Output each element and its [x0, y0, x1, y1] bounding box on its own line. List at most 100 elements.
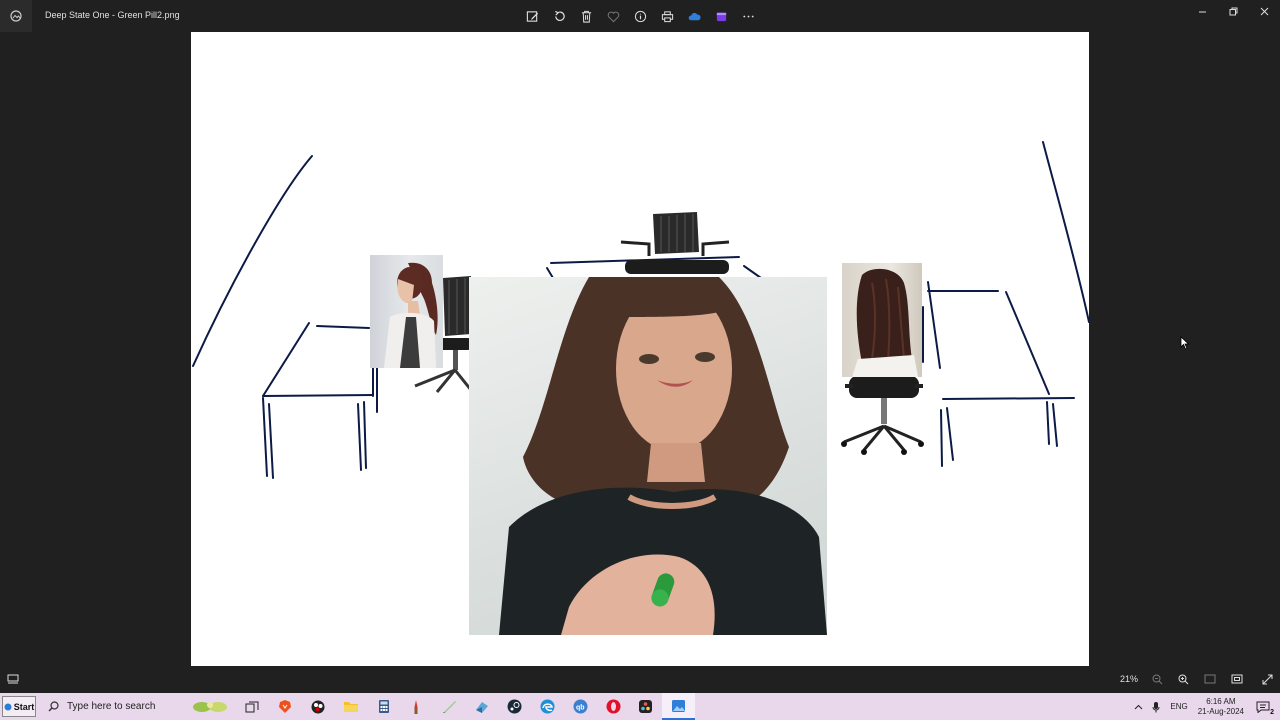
brave-icon: [279, 700, 292, 713]
microphone-status[interactable]: [1146, 701, 1166, 713]
restore-icon: [1229, 7, 1238, 15]
opera-browser[interactable]: [597, 693, 630, 720]
expand-icon: [1262, 674, 1272, 684]
edge-icon: [540, 699, 555, 714]
zoom-in-button[interactable]: [1175, 671, 1191, 687]
notification-center-button[interactable]: 2: [1254, 699, 1274, 716]
long-hair-woman-photo: [842, 263, 922, 377]
calculator-icon: [378, 700, 389, 713]
paint-brush-icon: [414, 699, 418, 714]
notepad[interactable]: [433, 693, 466, 720]
edit-icon: [526, 10, 539, 22]
minimize-button[interactable]: [1187, 0, 1218, 22]
rotate-icon: [555, 10, 565, 21]
cloud-icon: [688, 12, 701, 20]
notification-count: 2: [1270, 708, 1274, 716]
davinci-resolve-icon: [639, 700, 653, 713]
opera-icon: [606, 699, 621, 714]
zoom-out-icon: [1152, 674, 1162, 684]
notification-icon: [1256, 701, 1270, 713]
clock-date: 21-Aug-2024: [1197, 706, 1244, 716]
brave-browser[interactable]: [269, 693, 302, 720]
right-office-chair: [841, 376, 924, 455]
search-box[interactable]: Type here to search: [40, 694, 230, 719]
print-button[interactable]: [655, 4, 680, 28]
filmstrip-toggle[interactable]: [5, 671, 21, 687]
close-icon: [1260, 7, 1269, 15]
task-view-icon: [245, 701, 259, 712]
steam-icon: [507, 699, 522, 714]
search-highlight-icon: [193, 701, 227, 712]
info-icon: [634, 10, 647, 22]
obs-studio[interactable]: [302, 693, 335, 720]
window-title: Deep State One - Green Pill2.png: [45, 10, 180, 20]
start-label: Start: [13, 701, 35, 712]
onedrive-button[interactable]: [682, 4, 707, 28]
zoom-in-icon: [1178, 674, 1188, 684]
image-canvas: [191, 32, 1089, 666]
back-office-chair: [620, 212, 730, 274]
search-placeholder: Type here to search: [67, 701, 156, 712]
clipchamp-button[interactable]: [709, 4, 734, 28]
zoom-level: 21%: [1120, 674, 1139, 684]
paint[interactable]: [400, 693, 433, 720]
photos-app[interactable]: [662, 693, 696, 720]
photos-icon: [672, 699, 686, 712]
qbittorrent-icon: qb: [573, 699, 588, 714]
profile-woman-photo: [370, 255, 443, 368]
rotate-button[interactable]: [547, 4, 572, 28]
heart-icon: [607, 11, 620, 22]
clipchamp-icon: [716, 12, 727, 21]
calculator[interactable]: [367, 693, 400, 720]
actual-size-icon: [1204, 674, 1216, 684]
print-icon: [661, 10, 674, 22]
actual-size-button[interactable]: [1202, 671, 1218, 687]
app-icon: [476, 701, 489, 713]
obs-icon: [311, 700, 325, 713]
close-button[interactable]: [1249, 0, 1280, 22]
svg-text:qb: qb: [576, 705, 585, 712]
windows-logo-icon: [4, 703, 12, 710]
minimize-icon: [1199, 11, 1206, 12]
qbittorrent[interactable]: qb: [564, 693, 597, 720]
search-icon: [48, 701, 59, 712]
zoom-out-button[interactable]: [1149, 671, 1165, 687]
pinned-apps: qb: [236, 693, 696, 720]
trash-icon: [581, 10, 592, 23]
chevron-up-icon: [1134, 704, 1143, 709]
mouse-cursor: [1180, 336, 1190, 350]
language-indicator[interactable]: ENG: [1170, 702, 1187, 711]
filmstrip-icon: [7, 674, 19, 684]
full-screen-button[interactable]: [1259, 671, 1275, 687]
fit-window-icon: [1231, 674, 1243, 684]
status-bar: 21%: [0, 666, 1280, 693]
show-hidden-icons-button[interactable]: [1130, 704, 1146, 710]
restore-button[interactable]: [1218, 0, 1249, 22]
delete-button[interactable]: [574, 4, 599, 28]
title-bar: Deep State One - Green Pill2.png: [0, 0, 1280, 32]
file-explorer[interactable]: [334, 693, 367, 720]
task-view-button[interactable]: [236, 693, 269, 720]
favorite-button[interactable]: [601, 4, 626, 28]
photos-app-icon[interactable]: [0, 0, 32, 32]
davinci-resolve[interactable]: [630, 693, 663, 720]
pinned-app[interactable]: [466, 693, 499, 720]
clock[interactable]: 6:16 AM 21-Aug-2024: [1198, 697, 1244, 717]
notepad-icon: [442, 701, 456, 713]
system-tray: ENG 6:16 AM 21-Aug-2024 2: [1130, 693, 1280, 720]
file-info-button[interactable]: [628, 4, 653, 28]
clock-time: 6:16 AM: [1206, 696, 1236, 706]
fit-to-window-button[interactable]: [1229, 671, 1245, 687]
edge-browser[interactable]: [531, 693, 564, 720]
microphone-icon: [1152, 701, 1160, 712]
woman-holding-green-pill-photo: [469, 277, 827, 635]
folder-icon: [343, 702, 358, 712]
steam[interactable]: [498, 693, 531, 720]
more-icon: [743, 15, 754, 17]
more-button[interactable]: [736, 4, 761, 28]
edit-image-button[interactable]: [520, 4, 545, 28]
window-controls: [1187, 0, 1280, 22]
image-toolbar: [520, 4, 761, 28]
start-button[interactable]: Start: [2, 696, 36, 717]
image-viewer[interactable]: [0, 32, 1280, 666]
